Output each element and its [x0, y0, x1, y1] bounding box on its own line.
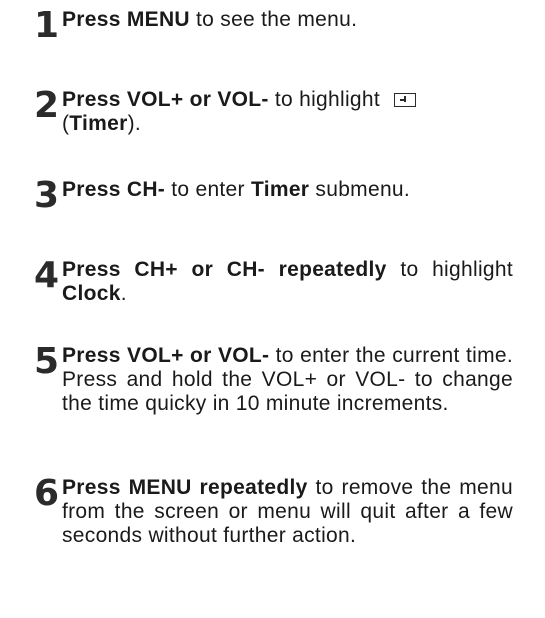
step-number: 5 — [34, 341, 60, 382]
timer-icon — [394, 93, 417, 107]
step-action: Press MENU — [62, 8, 190, 31]
step-description: to enter — [165, 178, 251, 201]
step-number: 3 — [34, 175, 60, 216]
step-text: Press VOL+ or VOL- to highlight (Timer). — [62, 88, 513, 136]
step-number: 4 — [34, 255, 60, 296]
step-text: Press VOL+ or VOL- to enter the current … — [62, 344, 513, 416]
step-action: Press VOL+ or VOL- — [62, 88, 269, 111]
step-action: Press VOL+ or VOL- — [62, 344, 270, 367]
menu-item-name: Clock — [62, 282, 121, 305]
step-description-end: submenu. — [309, 178, 411, 201]
menu-name: Timer — [250, 178, 310, 201]
step-text: Press MENU repeatedly to remove the menu… — [62, 476, 513, 548]
step-action: Press CH- — [62, 178, 166, 201]
step-action: Press CH+ or CH- repeatedly — [62, 258, 387, 281]
step-number: 2 — [34, 85, 60, 126]
paren-close: ). — [127, 112, 142, 135]
step-number: 1 — [34, 5, 60, 46]
menu-name: Timer — [69, 112, 128, 135]
step-text: Press MENU to see the menu. — [62, 8, 513, 32]
step-description: to highlight — [268, 88, 387, 111]
step-text: Press CH- to enter Timer submenu. — [62, 178, 513, 202]
step-action: Press MENU repeatedly — [62, 476, 308, 499]
step-text: Press CH+ or CH- repeatedly to highlight… — [62, 258, 513, 306]
step-description: to highlight — [386, 258, 514, 281]
step-number: 6 — [34, 473, 60, 514]
step-description-end: . — [120, 282, 127, 305]
step-description: to see the menu. — [189, 8, 358, 31]
